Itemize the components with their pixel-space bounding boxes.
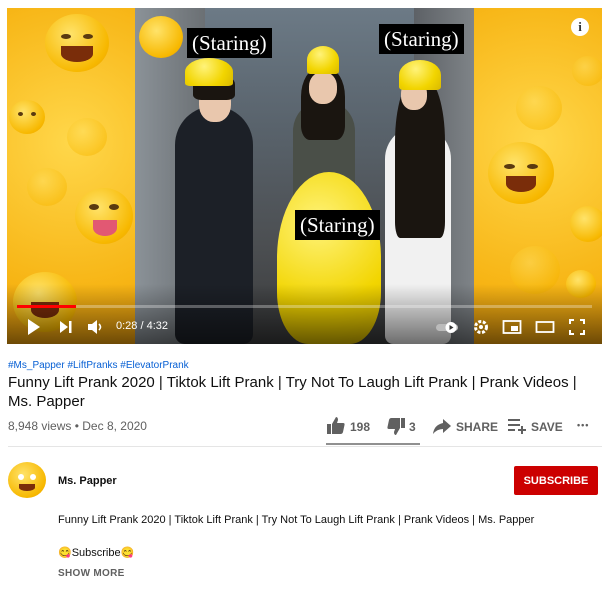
progress-bar-played [17, 305, 77, 308]
caption-staring-2: (Staring) [379, 24, 464, 54]
crying-laughing-emoji-icon [488, 142, 554, 204]
hashtags[interactable]: #Ms_Papper #LiftPranks #ElevatorPrank [8, 360, 189, 371]
like-count: 198 [350, 420, 371, 434]
share-label: SHARE [456, 420, 499, 434]
crying-laughing-emoji-icon [570, 206, 602, 242]
thumbs-up-icon [327, 417, 345, 434]
video-meta: 8,948 views • Dec 8, 2020 [8, 419, 147, 433]
caption-staring-1: (Staring) [187, 28, 272, 58]
autoplay-toggle-icon[interactable] [435, 318, 459, 336]
like-dislike-ratio-bar [326, 443, 420, 445]
share-arrow-icon [433, 419, 451, 434]
channel-name[interactable]: Ms. Papper [58, 475, 117, 487]
subscribe-button[interactable]: SUBSCRIBE [514, 466, 598, 495]
dislike-count: 3 [409, 420, 416, 434]
angry-emoji-icon [572, 56, 602, 86]
show-more-button[interactable]: SHOW MORE [58, 568, 125, 579]
settings-gear-icon[interactable] [473, 318, 489, 336]
time-total: 4:32 [146, 320, 169, 332]
time-display: 0:28 / 4:32 [116, 320, 169, 332]
blushing-emoji-icon [67, 118, 107, 156]
laughing-emoji-icon [45, 14, 109, 72]
info-icon[interactable]: i [571, 18, 589, 36]
next-icon[interactable] [59, 318, 73, 336]
time-current: 0:28 [116, 320, 138, 332]
tongue-out-emoji-icon [75, 188, 133, 244]
description-subscribe-line: 😋Subscribe😋 [58, 547, 135, 559]
play-icon[interactable] [27, 318, 41, 336]
miniplayer-icon[interactable] [502, 318, 522, 336]
yellow-helmet-icon [307, 46, 339, 74]
fullscreen-icon[interactable] [568, 318, 586, 336]
angry-emoji-icon [27, 168, 67, 206]
volume-icon[interactable] [87, 318, 105, 336]
yellow-helmet-icon [399, 60, 441, 90]
video-title: Funny Lift Prank 2020 | Tiktok Lift Pran… [8, 374, 577, 410]
more-dots-icon: ••• [577, 420, 590, 430]
divider [8, 446, 602, 447]
smiling-emoji-icon [516, 86, 562, 130]
caption-staring-3: (Staring) [295, 210, 380, 240]
description-text: Funny Lift Prank 2020 | Tiktok Lift Pran… [58, 514, 535, 526]
smiling-emoji-sticker-icon [139, 16, 183, 58]
avatar-emoji-icon [8, 462, 46, 498]
person-woman-center-face [309, 72, 337, 104]
smiling-emoji-icon [9, 100, 45, 134]
video-player[interactable]: (Staring) (Staring) (Staring) i 0:28 / 4… [7, 8, 602, 344]
player-controls: 0:28 / 4:32 [7, 310, 602, 344]
theater-mode-icon[interactable] [535, 318, 555, 336]
meta-separator: • [74, 419, 79, 433]
channel-avatar[interactable] [8, 462, 46, 500]
thumbs-down-icon [387, 418, 405, 435]
progress-bar[interactable] [17, 305, 592, 308]
publish-date: Dec 8, 2020 [82, 419, 147, 433]
view-count: 8,948 views [8, 419, 72, 433]
save-label: SAVE [531, 420, 563, 434]
add-to-playlist-icon [508, 419, 526, 434]
yellow-helmet-icon [185, 58, 233, 86]
